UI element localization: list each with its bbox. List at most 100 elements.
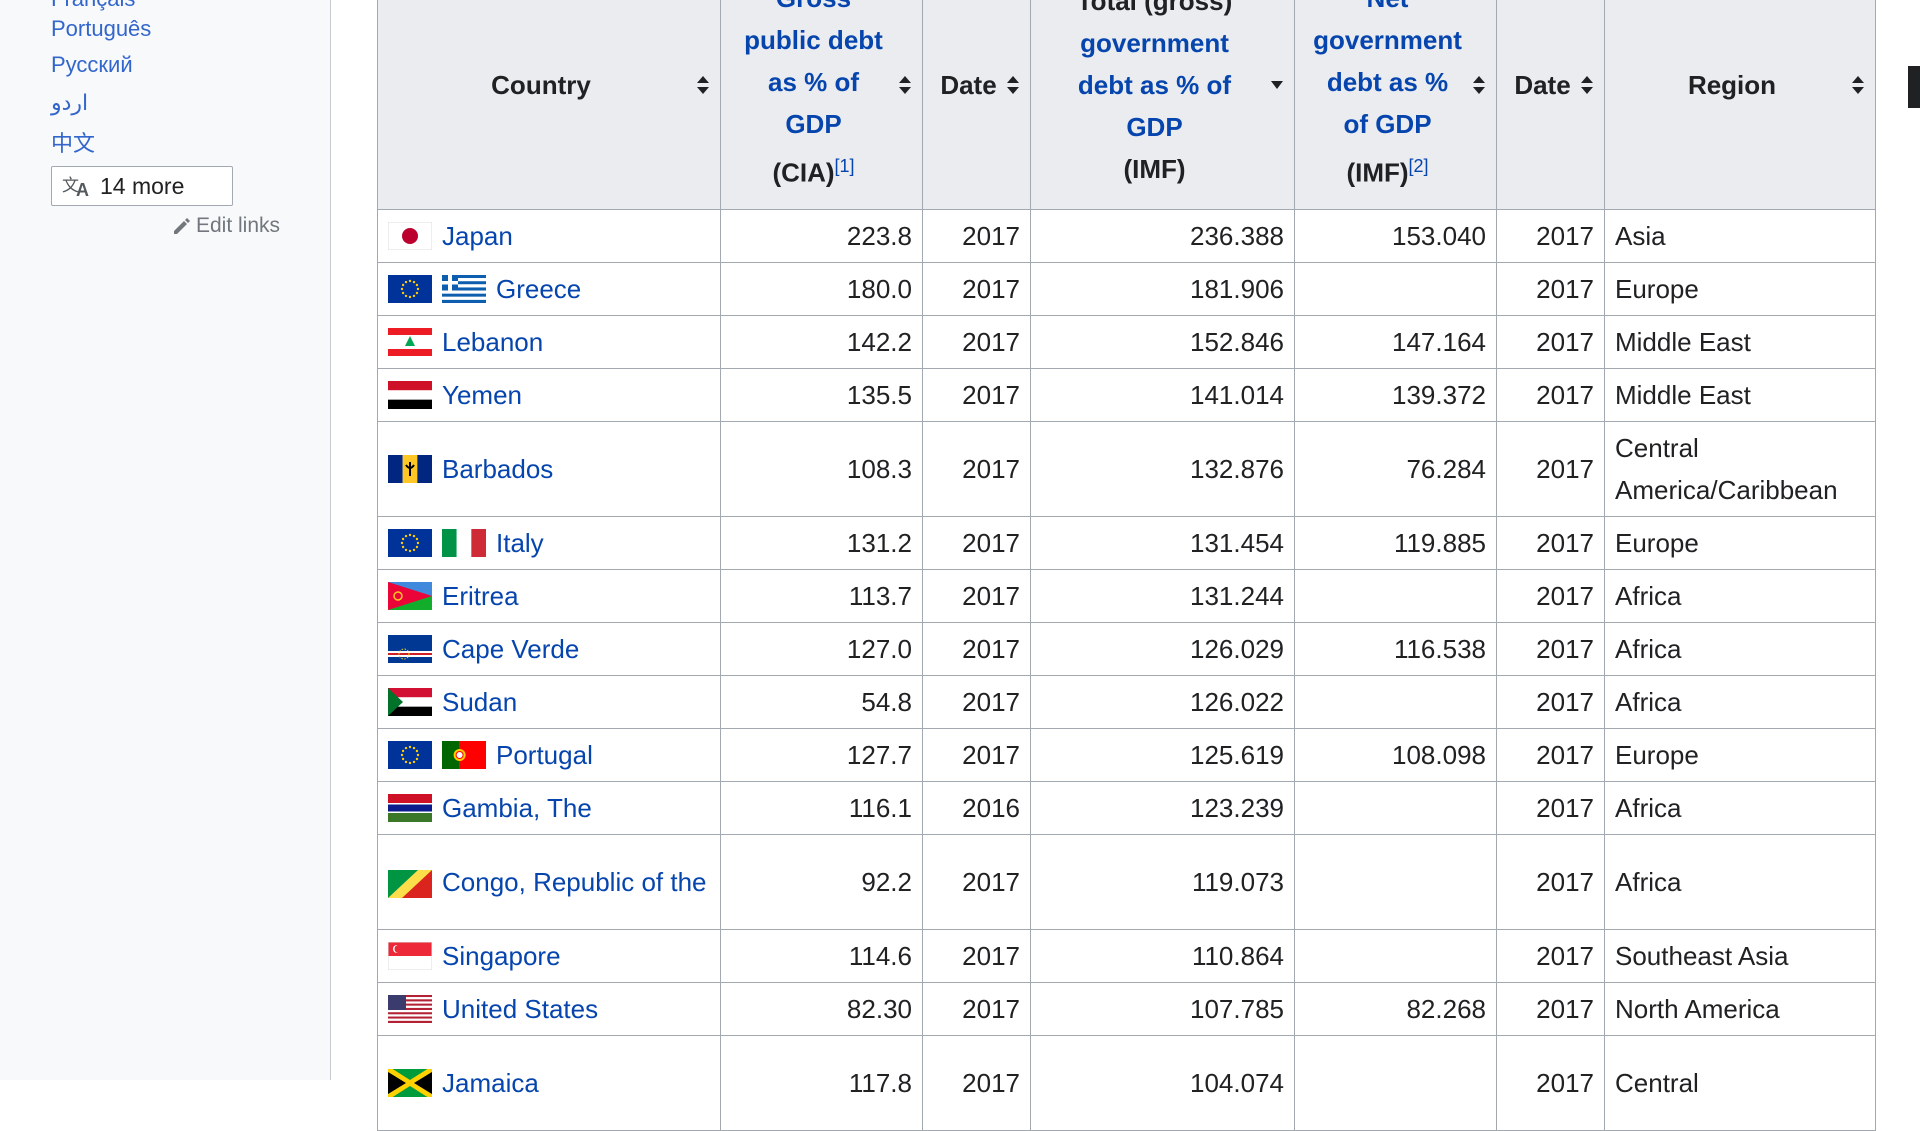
header-link-gdp[interactable]: GDP <box>785 109 841 139</box>
table-row: Japan 223.8 2017 236.388 153.040 2017 As… <box>377 209 1876 263</box>
cell-region: Africa <box>1604 781 1876 835</box>
cell-imf-net: 139.372 <box>1294 368 1497 422</box>
lang-link-urdu[interactable]: اردو <box>51 90 88 116</box>
lang-link-francais[interactable]: Français <box>51 0 135 12</box>
flag-eritrea-icon[interactable] <box>388 582 432 610</box>
country-link[interactable]: Lebanon <box>442 321 543 363</box>
flag-barbados-icon[interactable] <box>388 455 432 483</box>
cell-cia-debt: 108.3 <box>720 421 923 517</box>
cell-date: 2017 <box>922 929 1031 983</box>
country-link[interactable]: Eritrea <box>442 575 519 617</box>
col-header-imf-total[interactable]: Total (gross) government debt as % of GD… <box>1030 0 1295 210</box>
sort-both-icon <box>899 76 911 94</box>
col-header-date[interactable]: Date <box>922 0 1031 210</box>
header-label: Total (gross) <box>1076 0 1233 16</box>
header-link-gross[interactable]: Gross <box>776 0 851 13</box>
flag-gambia-icon[interactable] <box>388 794 432 822</box>
edit-links[interactable]: Edit links <box>172 214 280 238</box>
cell-region: Africa <box>1604 622 1876 676</box>
flag-capeverde-icon[interactable] <box>388 635 432 663</box>
sort-both-icon <box>1581 76 1593 94</box>
table-row: Barbados 108.3 2017 132.876 76.284 2017 … <box>377 421 1876 517</box>
debt-table: Country Gross public debt as % of GDP (C… <box>377 0 1876 1131</box>
col-header-date[interactable]: Date <box>1496 0 1605 210</box>
sort-both-icon <box>1007 76 1019 94</box>
country-link[interactable]: Barbados <box>442 448 553 490</box>
header-link-of-gdp[interactable]: of GDP <box>1343 109 1431 139</box>
flag-sudan-icon[interactable] <box>388 688 432 716</box>
flag-singapore-icon[interactable] <box>388 942 432 970</box>
cell-cia-debt: 92.2 <box>720 834 923 930</box>
cell-date: 2017 <box>1496 368 1605 422</box>
cell-region: Europe <box>1604 262 1876 316</box>
country-link[interactable]: Italy <box>496 522 544 564</box>
cell-date: 2017 <box>1496 622 1605 676</box>
col-header-region[interactable]: Region <box>1604 0 1876 210</box>
lang-link-chinese[interactable]: 中文 <box>51 126 95 158</box>
header-link-debt-as[interactable]: debt as % <box>1327 67 1448 97</box>
table-row: Cape Verde 127.0 2017 126.029 116.538 20… <box>377 622 1876 676</box>
table-row: Lebanon 142.2 2017 152.846 147.164 2017 … <box>377 315 1876 369</box>
country-link[interactable]: Congo, Republic of the <box>442 867 707 897</box>
col-header-country[interactable]: Country <box>377 0 721 210</box>
cell-date: 2017 <box>922 516 1031 570</box>
lang-link-russian[interactable]: Русский <box>51 52 133 78</box>
reference-link[interactable]: [2] <box>1409 156 1429 176</box>
header-link-government[interactable]: government <box>1313 25 1462 55</box>
reference-link[interactable]: [1] <box>835 156 855 176</box>
country-link[interactable]: Sudan <box>442 681 517 723</box>
table-row: Eritrea 113.7 2017 131.244 2017 Africa <box>377 569 1876 623</box>
country-link[interactable]: Japan <box>442 215 513 257</box>
cell-cia-debt: 135.5 <box>720 368 923 422</box>
country-link[interactable]: Yemen <box>442 374 522 416</box>
country-link[interactable]: Gambia, The <box>442 787 592 829</box>
svg-text:A: A <box>76 180 89 198</box>
flag-greece-icon[interactable] <box>442 275 486 303</box>
header-link-government[interactable]: government <box>1080 28 1229 58</box>
cell-date: 2017 <box>1496 262 1605 316</box>
table-row: Italy 131.2 2017 131.454 119.885 2017 Eu… <box>377 516 1876 570</box>
sort-descending-icon <box>1271 81 1283 89</box>
cell-imf-total: 110.864 <box>1030 929 1295 983</box>
lang-link-portugues[interactable]: Português <box>51 16 151 42</box>
flag-usa-icon[interactable] <box>388 995 432 1023</box>
cell-country: Yemen <box>377 368 721 422</box>
sidebar: Français Português Русский اردو 中文 文 A 1… <box>0 0 331 1080</box>
flag-portugal-icon[interactable] <box>442 741 486 769</box>
flag-eu-icon[interactable] <box>388 275 432 303</box>
cell-imf-total: 125.619 <box>1030 728 1295 782</box>
cell-date: 2017 <box>922 834 1031 930</box>
country-link[interactable]: Singapore <box>442 935 561 977</box>
header-link-net[interactable]: Net <box>1367 0 1409 13</box>
header-link-as-of[interactable]: as % of <box>768 67 859 97</box>
flag-japan-icon[interactable] <box>388 222 432 250</box>
flag-yemen-icon[interactable] <box>388 381 432 409</box>
cell-imf-total: 126.029 <box>1030 622 1295 676</box>
col-header-cia-debt[interactable]: Gross public debt as % of GDP (CIA)[1] <box>720 0 923 210</box>
flag-jamaica-icon[interactable] <box>388 1069 432 1097</box>
cell-date: 2017 <box>1496 569 1605 623</box>
flag-eu-icon[interactable] <box>388 741 432 769</box>
scrollbar-thumb[interactable] <box>1908 66 1920 108</box>
flag-italy-icon[interactable] <box>442 529 486 557</box>
header-link-gdp[interactable]: GDP <box>1126 112 1182 142</box>
more-languages-button[interactable]: 文 A 14 more <box>51 166 233 206</box>
country-link[interactable]: Portugal <box>496 734 593 776</box>
flag-lebanon-icon[interactable] <box>388 328 432 356</box>
flag-eu-icon[interactable] <box>388 529 432 557</box>
cell-imf-total: 132.876 <box>1030 421 1295 517</box>
col-header-imf-net[interactable]: Net government debt as % of GDP (IMF)[2] <box>1294 0 1497 210</box>
country-link[interactable]: Cape Verde <box>442 628 579 670</box>
country-link[interactable]: Greece <box>496 268 581 310</box>
flag-congo-icon[interactable] <box>388 870 432 899</box>
cell-region: Middle East <box>1604 315 1876 369</box>
table-body: Japan 223.8 2017 236.388 153.040 2017 As… <box>377 209 1876 1131</box>
edit-links-label: Edit links <box>196 214 281 237</box>
cell-imf-total: 236.388 <box>1030 209 1295 263</box>
header-link-public-debt[interactable]: public debt <box>744 25 883 55</box>
header-link-debt-as-of[interactable]: debt as % of <box>1078 70 1231 100</box>
country-link[interactable]: United States <box>442 988 598 1030</box>
country-link[interactable]: Jamaica <box>442 1062 539 1104</box>
cell-cia-debt: 54.8 <box>720 675 923 729</box>
cell-region: Asia <box>1604 209 1876 263</box>
